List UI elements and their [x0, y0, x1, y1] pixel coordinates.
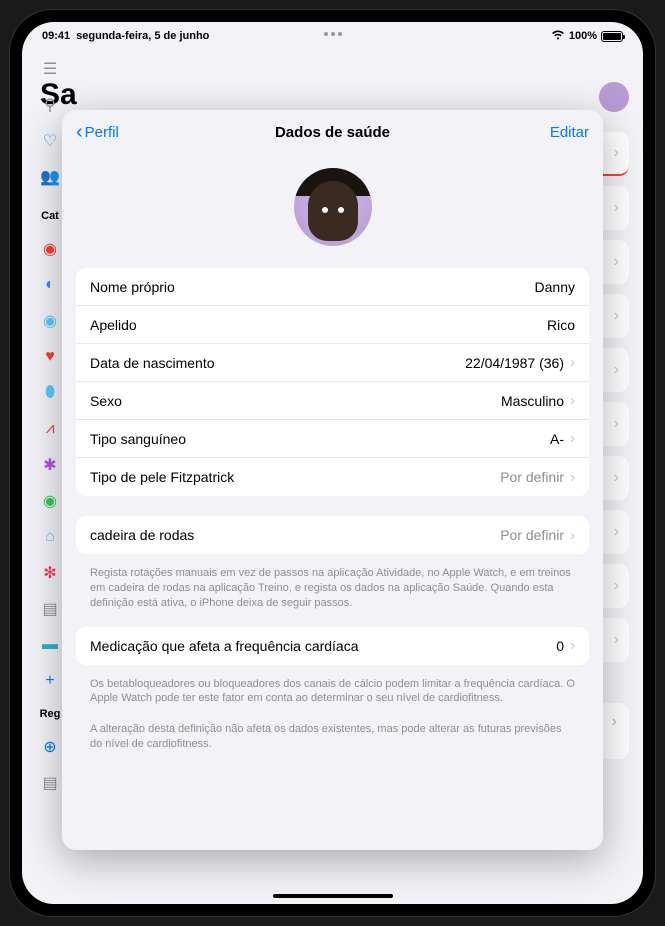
- row-value: Por definir: [500, 469, 564, 485]
- personal-info-group: Nome próprio Danny Apelido Rico Data de …: [76, 268, 589, 496]
- flame-icon: ◉: [41, 240, 59, 258]
- status-time: 09:41: [42, 30, 70, 42]
- blood-type-row[interactable]: Tipo sanguíneo A- ›: [76, 420, 589, 458]
- bed-icon: ▬: [41, 636, 59, 654]
- last-name-row[interactable]: Apelido Rico: [76, 306, 589, 344]
- medications-footer-2: A alteração desta definição não afeta os…: [76, 716, 589, 768]
- row-value: Masculino: [501, 393, 564, 409]
- profile-avatar-small: [599, 82, 629, 112]
- first-name-row[interactable]: Nome próprio Danny: [76, 268, 589, 306]
- ear-icon: ◐: [41, 276, 59, 294]
- heart-icon: ♥: [41, 348, 59, 366]
- mind-icon: ◉: [41, 312, 59, 330]
- medications-row[interactable]: Medicação que afeta a frequência cardíac…: [76, 627, 589, 665]
- battery-icon: [601, 31, 623, 42]
- row-value: 0: [556, 638, 564, 654]
- nutrition-icon: ◉: [41, 492, 59, 510]
- app-title-partial: Sa: [40, 78, 77, 112]
- wheelchair-footer: Regista rotações manuais em vez de passo…: [76, 560, 589, 627]
- row-value: Por definir: [500, 527, 564, 543]
- home-indicator[interactable]: [273, 894, 393, 898]
- row-label: Tipo de pele Fitzpatrick: [90, 469, 234, 485]
- health-details-sheet: ‹ Perfil Dados de saúde Editar Nome próp…: [62, 110, 603, 850]
- wifi-icon: [551, 30, 565, 43]
- add-record-icon: ⊕: [41, 738, 59, 756]
- chevron-right-icon: ›: [570, 354, 575, 371]
- chevron-right-icon: ›: [570, 527, 575, 544]
- row-label: Apelido: [90, 317, 137, 333]
- wheelchair-row[interactable]: cadeira de rodas Por definir ›: [76, 516, 589, 554]
- body-icon: ✱: [41, 456, 59, 474]
- people-icon: 👥: [41, 168, 59, 186]
- medications-footer-1: Os betabloqueadores ou bloqueadores dos …: [76, 671, 589, 717]
- vitals-icon: ⩘: [41, 420, 59, 438]
- row-label: Data de nascimento: [90, 355, 215, 371]
- medications-group: Medicação que afeta a frequência cardíac…: [76, 627, 589, 665]
- back-button[interactable]: ‹ Perfil: [76, 121, 119, 144]
- row-label: cadeira de rodas: [90, 527, 194, 543]
- row-label: Medicação que afeta a frequência cardíac…: [90, 638, 359, 654]
- skin-type-row[interactable]: Tipo de pele Fitzpatrick Por definir ›: [76, 458, 589, 496]
- chevron-right-icon: ›: [570, 392, 575, 409]
- records-label: Reg: [40, 708, 61, 720]
- chevron-right-icon: ›: [570, 469, 575, 486]
- respiratory-icon: ⌂: [41, 528, 59, 546]
- wheelchair-group: cadeira de rodas Por definir ›: [76, 516, 589, 554]
- doc-icon: ▤: [41, 774, 59, 792]
- plus-icon: +: [41, 672, 59, 690]
- search-icon: ⚲: [41, 96, 59, 114]
- sidebar-toggle-icon: ☰: [41, 60, 59, 78]
- edit-button[interactable]: Editar: [550, 124, 589, 141]
- status-bar: 09:41 segunda-feira, 5 de junho 100%: [22, 22, 643, 46]
- chevron-left-icon: ‹: [76, 121, 83, 144]
- clipboard-icon: ▤: [41, 600, 59, 618]
- sheet-nav: ‹ Perfil Dados de saúde Editar: [62, 110, 603, 154]
- dob-row[interactable]: Data de nascimento 22/04/1987 (36) ›: [76, 344, 589, 382]
- row-label: Tipo sanguíneo: [90, 431, 186, 447]
- sex-row[interactable]: Sexo Masculino ›: [76, 382, 589, 420]
- pills-icon: ⬮: [41, 384, 59, 402]
- chevron-right-icon: ›: [570, 637, 575, 654]
- row-value: A-: [550, 431, 564, 447]
- cycle-icon: ✻: [41, 564, 59, 582]
- profile-avatar[interactable]: [294, 168, 372, 246]
- row-value: Rico: [547, 317, 575, 333]
- back-label: Perfil: [85, 124, 119, 141]
- row-value: Danny: [535, 279, 575, 295]
- sheet-title: Dados de saúde: [275, 124, 390, 141]
- row-value: 22/04/1987 (36): [465, 355, 564, 371]
- status-date: segunda-feira, 5 de junho: [76, 30, 209, 42]
- row-label: Nome próprio: [90, 279, 175, 295]
- battery-percent: 100%: [569, 30, 597, 42]
- row-label: Sexo: [90, 393, 122, 409]
- heart-outline-icon: ♡: [41, 132, 59, 150]
- categories-label: Cat: [41, 210, 59, 222]
- chevron-right-icon: ›: [570, 430, 575, 447]
